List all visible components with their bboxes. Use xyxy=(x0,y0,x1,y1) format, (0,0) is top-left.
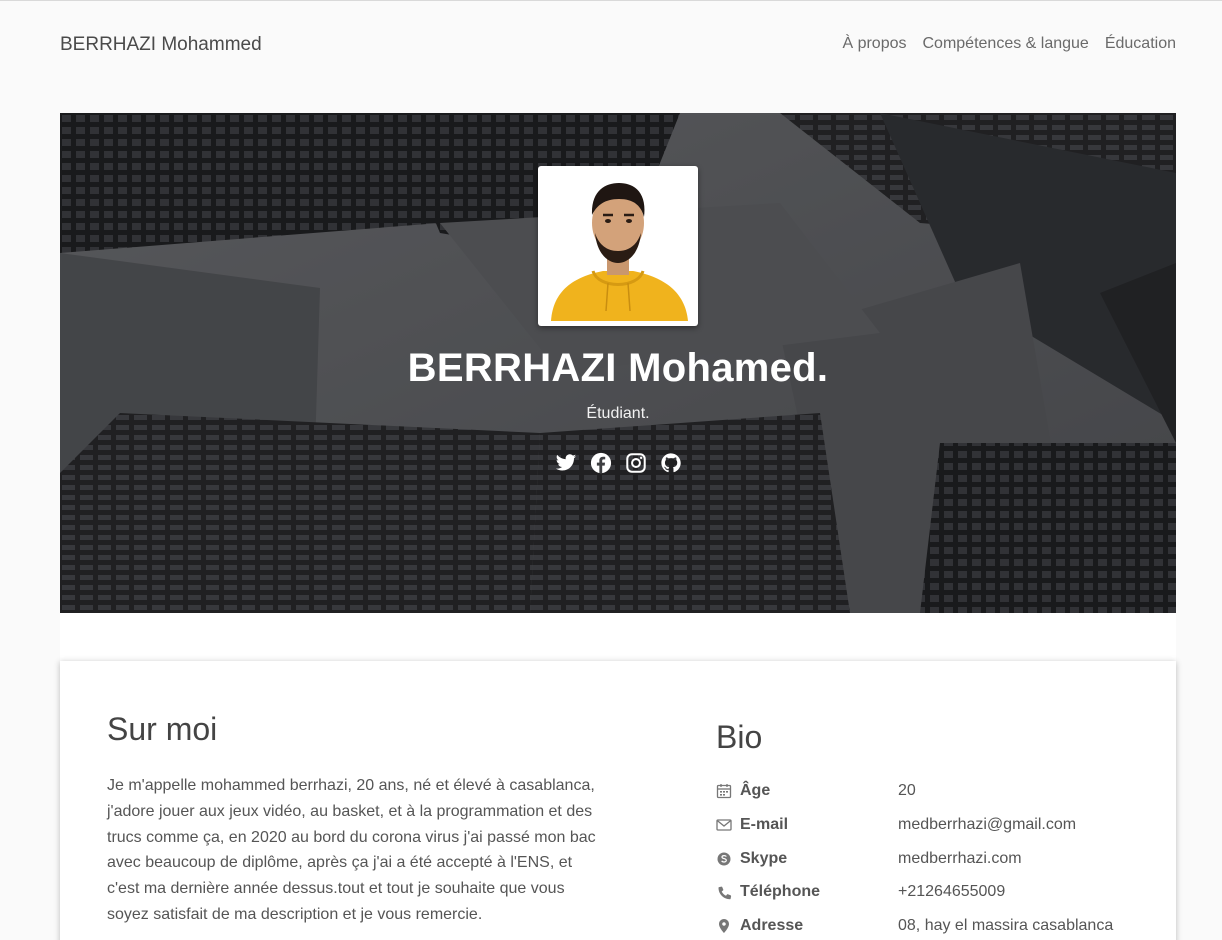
facebook-icon[interactable] xyxy=(590,452,612,474)
skype-icon xyxy=(717,852,731,866)
brand-link[interactable]: BERRHAZI Mohammed xyxy=(60,34,262,56)
about-title: Sur moi xyxy=(107,711,218,747)
navbar: BERRHAZI Mohammed À propos Compétences &… xyxy=(0,1,1222,91)
bio-label: Adresse xyxy=(740,917,804,935)
envelope-icon xyxy=(716,819,732,831)
bio-value: medberrhazi@gmail.com xyxy=(898,815,1077,833)
nav-link-a-propos[interactable]: À propos xyxy=(842,35,906,53)
about-text: Je m'appelle mohammed berrhazi, 20 ans, … xyxy=(107,777,596,923)
profile-photo xyxy=(543,171,693,321)
nav-link-competences[interactable]: Compétences & langue xyxy=(923,35,1089,53)
phone-icon xyxy=(718,886,732,900)
hero-role: Étudiant. xyxy=(586,405,650,422)
twitter-icon[interactable] xyxy=(555,452,577,474)
calendar-icon xyxy=(716,784,732,799)
nav-links: À propos Compétences & langue Éducation xyxy=(842,35,1176,53)
bio-value: +21264655009 xyxy=(898,883,1006,901)
bio-row-telephone: Téléphone +21264655009 xyxy=(716,881,1156,915)
bio-label: Téléphone xyxy=(740,883,821,901)
map-marker-icon xyxy=(719,919,729,934)
hero-name: BERRHAZI Mohamed. xyxy=(407,346,829,390)
instagram-icon[interactable] xyxy=(625,452,647,474)
bio-title: Bio xyxy=(716,719,763,755)
github-icon[interactable] xyxy=(660,452,682,474)
bio-row-email: E-mail medberrhazi@gmail.com xyxy=(716,814,1156,848)
bio-row-adresse: Adresse 08, hay el massira casablanca xyxy=(716,915,1156,940)
bio-row-skype: Skype medberrhazi.com xyxy=(716,848,1156,882)
bio-value: 08, hay el massira casablanca xyxy=(898,917,1114,935)
bio-row-age: Âge 20 xyxy=(716,780,1156,814)
bio-value: medberrhazi.com xyxy=(898,849,1022,867)
social-links xyxy=(60,452,1176,474)
hero-section: BERRHAZI Mohamed. Étudiant. xyxy=(60,113,1176,613)
bio-label: E-mail xyxy=(740,815,789,833)
bio-label: Skype xyxy=(740,849,788,867)
section-spacer xyxy=(60,613,1176,661)
bio-value: 20 xyxy=(898,782,916,799)
avatar xyxy=(538,166,698,326)
bio-list: Âge 20 E-mail medberrhazi@gmail.com Skyp… xyxy=(716,780,1156,940)
nav-link-education[interactable]: Éducation xyxy=(1105,35,1176,53)
about-card: Sur moi Je m'appelle mohammed berrhazi, … xyxy=(60,661,1176,940)
bio-label: Âge xyxy=(740,782,771,799)
